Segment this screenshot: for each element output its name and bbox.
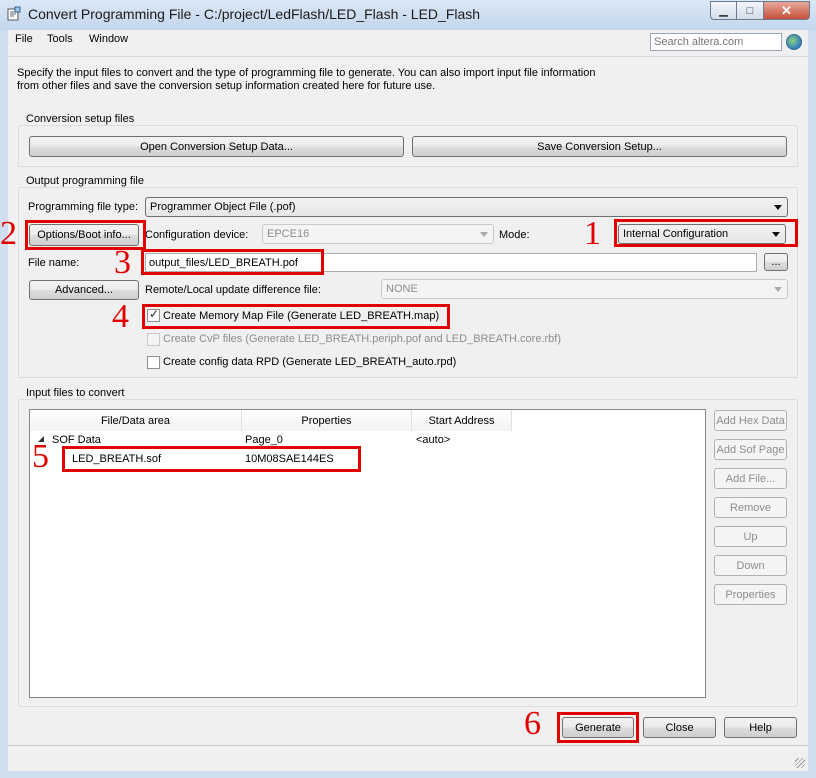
config-device-label: Configuration device:: [145, 229, 249, 241]
app-icon: [7, 6, 21, 21]
globe-icon[interactable]: [786, 34, 802, 50]
memory-map-label: Create Memory Map File (Generate LED_BRE…: [163, 310, 440, 322]
add-sof-page-button[interactable]: Add Sof Page: [714, 439, 787, 460]
tree-row-sof-file[interactable]: LED_BREATH.sof: [72, 453, 161, 465]
dialog-window: Convert Programming File - C:/project/Le…: [0, 0, 816, 778]
menu-window[interactable]: Window: [89, 33, 128, 45]
description-text: Specify the input files to convert and t…: [17, 67, 596, 92]
file-type-value: Programmer Object File (.pof): [150, 201, 296, 213]
input-files-title: Input files to convert: [23, 387, 128, 399]
add-hex-data-button[interactable]: Add Hex Data: [714, 410, 787, 431]
up-button[interactable]: Up: [714, 526, 787, 547]
annotation-number-3: 3: [114, 244, 131, 281]
tree-row-sof-data[interactable]: SOF Data: [52, 434, 101, 446]
chevron-down-icon: [774, 287, 782, 292]
save-conversion-setup-button[interactable]: Save Conversion Setup...: [412, 136, 787, 157]
close-icon[interactable]: ✕: [764, 1, 810, 20]
column-header-file[interactable]: File/Data area: [30, 410, 242, 431]
annotation-number-5: 5: [32, 438, 49, 475]
remote-update-label: Remote/Local update difference file:: [145, 284, 321, 296]
advanced-button[interactable]: Advanced...: [29, 280, 139, 300]
column-header-properties[interactable]: Properties: [242, 410, 412, 431]
annotation-number-1: 1: [584, 215, 601, 252]
cvp-files-label: Create CvP files (Generate LED_BREATH.pe…: [163, 333, 562, 345]
file-type-select[interactable]: Programmer Object File (.pof): [145, 197, 788, 217]
file-name-input[interactable]: output_files/LED_BREATH.pof: [145, 253, 757, 272]
menu-file[interactable]: File: [15, 33, 33, 45]
properties-button[interactable]: Properties: [714, 584, 787, 605]
config-rpd-checkbox[interactable]: [147, 356, 160, 369]
input-files-tree[interactable]: File/Data area Properties Start Address …: [29, 409, 706, 698]
add-file-button[interactable]: Add File...: [714, 468, 787, 489]
sof-data-properties: Page_0: [245, 434, 283, 446]
file-name-label: File name:: [28, 257, 80, 269]
remove-button[interactable]: Remove: [714, 497, 787, 518]
remote-update-select[interactable]: NONE: [381, 279, 788, 299]
maximize-icon[interactable]: □: [737, 1, 764, 20]
config-rpd-label: Create config data RPD (Generate LED_BRE…: [163, 356, 457, 368]
resize-grip-icon[interactable]: [795, 758, 805, 768]
options-boot-info-button[interactable]: Options/Boot info...: [29, 224, 139, 246]
browse-button[interactable]: ...: [764, 253, 788, 271]
menu-tools[interactable]: Tools: [47, 33, 73, 45]
sof-file-properties: 10M08SAE144ES: [245, 453, 334, 465]
cvp-files-checkbox[interactable]: [147, 333, 160, 346]
minimize-icon[interactable]: ▁: [710, 1, 737, 20]
config-device-value: EPCE16: [267, 228, 310, 240]
status-bar: [8, 745, 808, 771]
annotation-number-4: 4: [112, 298, 129, 335]
chevron-down-icon: [772, 232, 780, 237]
window-controls: ▁ □ ✕: [710, 1, 810, 21]
chevron-down-icon: [480, 232, 488, 237]
annotation-number-2: 2: [0, 215, 17, 252]
mode-select[interactable]: Internal Configuration: [618, 224, 786, 244]
help-button[interactable]: Help: [724, 717, 797, 738]
close-button[interactable]: Close: [643, 717, 716, 738]
mode-value: Internal Configuration: [623, 228, 729, 240]
file-type-label: Programming file type:: [28, 201, 139, 213]
mode-label: Mode:: [499, 229, 530, 241]
title-bar[interactable]: Convert Programming File - C:/project/Le…: [0, 0, 816, 30]
chevron-down-icon: [774, 205, 782, 210]
output-file-title: Output programming file: [23, 175, 147, 187]
config-device-select[interactable]: EPCE16: [262, 224, 494, 244]
column-header-start-address[interactable]: Start Address: [412, 410, 512, 431]
search-input[interactable]: [650, 33, 782, 51]
sof-data-address: <auto>: [416, 434, 451, 446]
memory-map-checkbox[interactable]: [147, 307, 160, 322]
generate-button[interactable]: Generate: [562, 717, 634, 738]
open-conversion-setup-button[interactable]: Open Conversion Setup Data...: [29, 136, 404, 157]
down-button[interactable]: Down: [714, 555, 787, 576]
remote-update-value: NONE: [386, 283, 418, 295]
conversion-setup-title: Conversion setup files: [23, 113, 138, 125]
annotation-number-6: 6: [524, 705, 541, 742]
window-title: Convert Programming File - C:/project/Le…: [28, 6, 481, 22]
